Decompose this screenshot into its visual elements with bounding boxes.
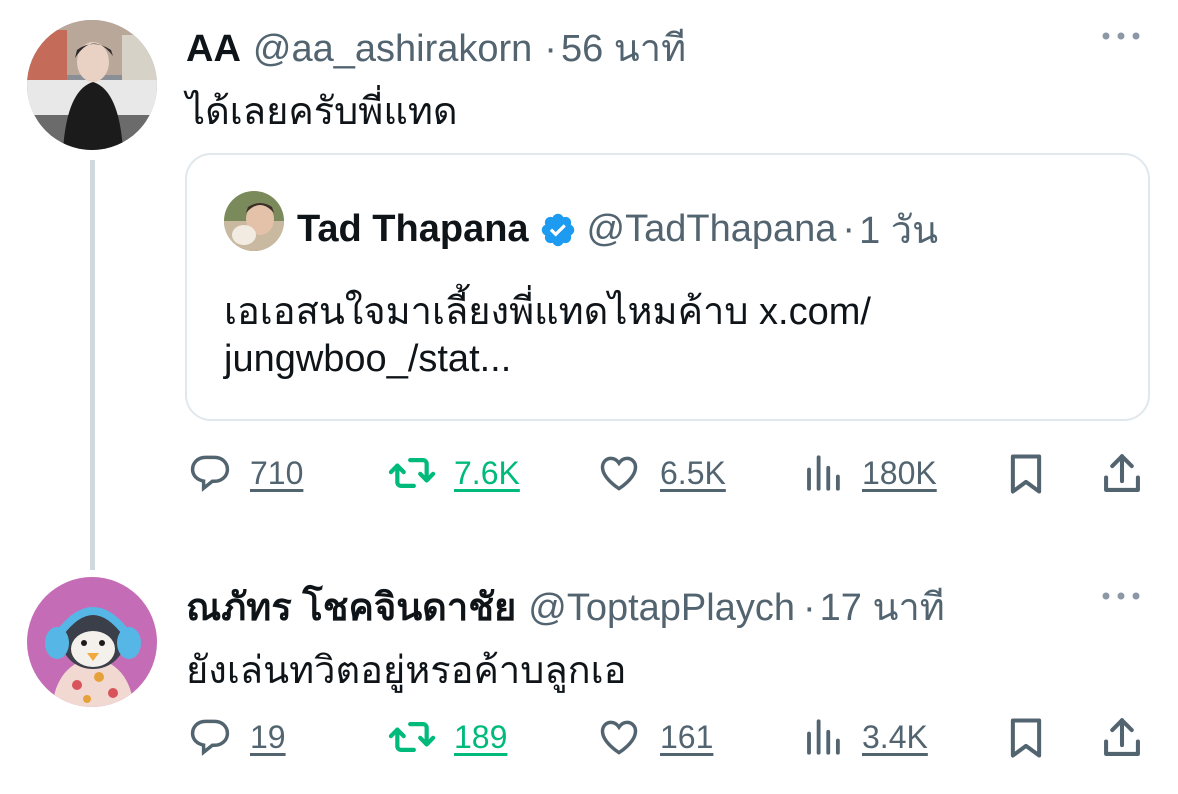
repost-button[interactable]: 189 xyxy=(388,715,507,759)
quoted-display-name[interactable]: Tad Thapana xyxy=(297,208,529,251)
bookmark-button[interactable] xyxy=(1005,451,1047,502)
more-options-button[interactable] xyxy=(1098,28,1144,49)
reply-button[interactable]: 19 xyxy=(188,715,286,759)
share-upload-icon xyxy=(1104,454,1140,492)
separator-dot: · xyxy=(803,587,816,629)
avatar[interactable] xyxy=(27,20,157,150)
repost-count: 7.6K xyxy=(454,454,520,491)
views-count: 180K xyxy=(862,454,937,491)
quoted-text-line-2: jungwboo_/stat... xyxy=(224,338,512,380)
tweet-text: ยังเล่นทวิตอยู่หรอค้าบลูกเอ xyxy=(186,650,627,692)
bar-chart-icon xyxy=(807,455,840,491)
avatar[interactable] xyxy=(27,577,157,707)
like-count: 161 xyxy=(660,718,714,755)
like-button[interactable]: 6.5K xyxy=(596,451,726,495)
tweet-header: AA @aa_ashirakorn · 56 นาที xyxy=(186,17,686,78)
display-name[interactable]: AA xyxy=(186,28,241,71)
ellipsis-icon xyxy=(1102,592,1140,600)
views-count: 3.4K xyxy=(862,718,928,755)
separator-dot: · xyxy=(842,208,856,250)
views-button[interactable]: 180K xyxy=(802,451,937,495)
bar-chart-icon xyxy=(807,719,840,755)
display-name[interactable]: ณภัทร โชคจินดาชัย xyxy=(186,576,516,637)
bookmark-icon xyxy=(1010,454,1042,494)
like-count: 6.5K xyxy=(660,454,726,491)
separator-dot: · xyxy=(544,28,557,70)
thread-connector-line xyxy=(90,160,95,570)
speech-bubble-icon xyxy=(190,719,230,756)
more-options-button[interactable] xyxy=(1098,588,1144,609)
reply-button[interactable]: 710 xyxy=(188,451,303,495)
repost-arrows-icon xyxy=(388,722,436,752)
verified-badge-icon xyxy=(541,213,574,246)
repost-button[interactable]: 7.6K xyxy=(388,451,520,495)
share-upload-icon xyxy=(1104,718,1140,756)
timestamp[interactable]: 56 นาที xyxy=(561,17,686,78)
reply-count: 19 xyxy=(250,718,286,755)
quoted-text-line-1: เอเอสนใจมาเลี้ยงพี่แทดไหมค้าบ x.com/ xyxy=(224,291,871,333)
repost-count: 189 xyxy=(454,718,508,755)
reply-count: 710 xyxy=(250,454,304,491)
user-handle[interactable]: @aa_ashirakorn xyxy=(253,28,532,71)
timestamp[interactable]: 17 นาที xyxy=(820,576,945,637)
quoted-header: Tad Thapana @TadThapana · 1 วัน xyxy=(297,199,938,260)
heart-icon xyxy=(600,720,638,755)
quoted-avatar[interactable] xyxy=(224,191,284,251)
share-button[interactable] xyxy=(1100,451,1144,502)
bookmark-button[interactable] xyxy=(1005,715,1047,766)
repost-arrows-icon xyxy=(388,458,436,488)
tweet-header: ณภัทร โชคจินดาชัย @ToptapPlaych · 17 นาท… xyxy=(186,576,945,637)
share-button[interactable] xyxy=(1100,715,1144,766)
user-handle[interactable]: @ToptapPlaych xyxy=(528,587,795,630)
bookmark-icon xyxy=(1010,718,1042,758)
heart-icon xyxy=(600,456,638,491)
views-button[interactable]: 3.4K xyxy=(802,715,928,759)
like-button[interactable]: 161 xyxy=(596,715,713,759)
speech-bubble-icon xyxy=(190,455,230,492)
quoted-timestamp[interactable]: 1 วัน xyxy=(859,199,938,260)
tweet-text: ได้เลยครับพี่แทด xyxy=(186,91,458,133)
quoted-user-handle[interactable]: @TadThapana xyxy=(587,208,837,251)
ellipsis-icon xyxy=(1102,32,1140,40)
